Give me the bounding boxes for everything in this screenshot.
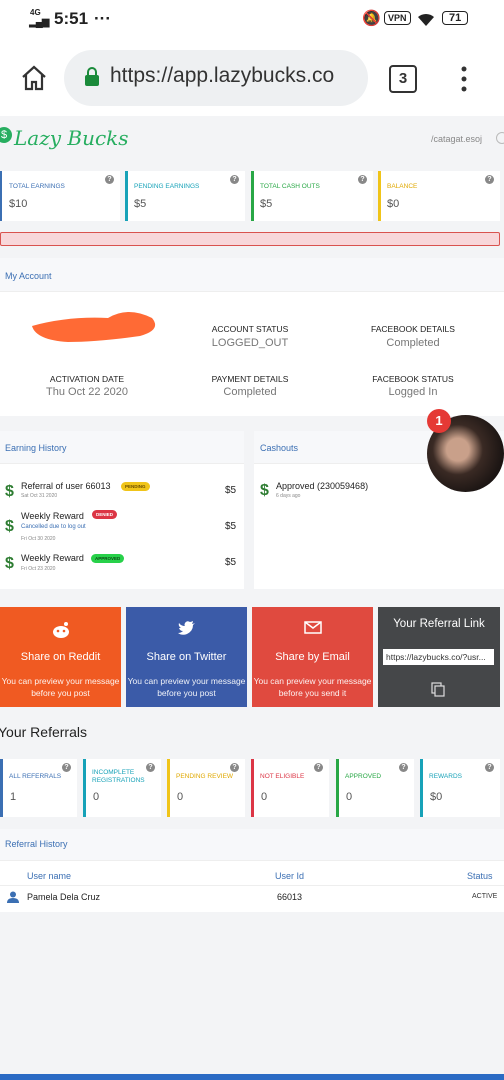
bottom-bar — [0, 1074, 504, 1080]
vpn-badge: VPN — [384, 11, 411, 25]
brand-name[interactable]: Lazy Bucks — [14, 126, 129, 150]
help-icon[interactable]: ? — [105, 175, 114, 184]
help-icon[interactable]: ? — [358, 175, 367, 184]
battery: 71 — [442, 11, 469, 25]
referral-history-card: Referral History User name User Id Statu… — [0, 829, 504, 912]
envelope-icon — [303, 621, 322, 638]
chat-head-bubble[interactable]: 1 — [427, 409, 504, 495]
earning-history-title: Earning History — [5, 443, 67, 453]
account-status-value: LOGGED_OUT — [211, 337, 289, 349]
url-text[interactable]: https://app.lazybucks.co — [110, 64, 334, 88]
site-header: $ Lazy Bucks /catagat.esoj — [0, 120, 504, 158]
alert-bar — [0, 232, 500, 246]
your-referrals-title: Your Referrals — [0, 724, 87, 740]
stat-total-earnings: Total Earnings $10 ? — [0, 171, 120, 221]
col-status: Status — [467, 871, 493, 881]
more-notifications: ··· — [94, 9, 111, 28]
user-link[interactable]: /catagat.esoj — [431, 134, 482, 144]
referral-history-title: Referral History — [5, 839, 68, 849]
ref-pending-review: Pending Review 0 ? — [167, 759, 245, 817]
twitter-icon — [177, 621, 196, 640]
help-icon[interactable]: ? — [230, 175, 239, 184]
ref-approved: Approved 0 ? — [336, 759, 414, 817]
home-icon[interactable] — [20, 64, 48, 92]
clock: 5:51 — [54, 9, 89, 28]
tab-switcher-button[interactable]: 3 — [389, 65, 417, 93]
help-icon[interactable]: ? — [62, 763, 71, 772]
fb-details-value: Completed — [386, 337, 440, 349]
status-badge: Pending — [121, 482, 150, 491]
my-account-card: My Account Account Status LOGGED_OUT Fac… — [0, 258, 504, 416]
help-icon[interactable]: ? — [485, 175, 494, 184]
share-twitter-button[interactable]: Share on Twitter You can preview your me… — [126, 607, 247, 707]
mute-icon: 🔕 — [362, 10, 381, 27]
earning-history-card: Earning History $ Referral of user 66013… — [0, 431, 244, 589]
chat-icon[interactable] — [496, 132, 504, 144]
col-user-id: User Id — [275, 871, 305, 881]
wifi-icon — [418, 13, 434, 26]
user-icon — [7, 891, 19, 903]
referral-link-input[interactable]: https://lazybucks.co/?usr... — [383, 649, 494, 665]
dollar-icon: $ — [260, 482, 269, 499]
share-reddit-button[interactable]: Share on Reddit You can preview your mes… — [0, 607, 121, 707]
stat-balance: Balance $0 ? — [378, 171, 500, 221]
status-bar: 4G ▂▄▆ 5:51 ··· 🔕 VPN 71 — [0, 0, 504, 40]
dollar-icon: $ — [5, 518, 14, 535]
help-icon[interactable]: ? — [230, 763, 239, 772]
table-row[interactable]: Pamela Dela Cruz 66013 ACTIVE — [0, 886, 504, 910]
browser-toolbar: https://app.lazybucks.co 3 — [0, 40, 504, 116]
ref-not-eligible: Not Eligible 0 ? — [251, 759, 329, 817]
help-icon[interactable]: ? — [485, 763, 494, 772]
redacted-name — [32, 312, 156, 342]
help-icon[interactable]: ? — [314, 763, 323, 772]
ref-incomplete: Incomplete Registrations 0 ? — [83, 759, 161, 817]
ref-all-referrals: All Referrals 1 ? — [0, 759, 77, 817]
referral-link-panel: Your Referral Link https://lazybucks.co/… — [378, 607, 500, 707]
copy-icon[interactable] — [430, 681, 446, 697]
share-email-button[interactable]: Share by Email You can preview your mess… — [252, 607, 373, 707]
ref-rewards: Rewards $0 ? — [420, 759, 500, 817]
help-icon[interactable]: ? — [146, 763, 155, 772]
brand-logo-icon: $ — [0, 127, 12, 143]
dollar-icon: $ — [5, 555, 14, 572]
my-account-title: My Account — [5, 271, 52, 281]
stat-pending-earnings: Pending Earnings $5 ? — [125, 171, 245, 221]
activation-date-value: Thu Oct 22 2020 — [46, 386, 128, 398]
status-badge: Denied — [92, 510, 118, 519]
cashouts-title: Cashouts — [260, 443, 299, 453]
network-type: 4G — [30, 8, 41, 17]
help-icon[interactable]: ? — [399, 763, 408, 772]
reddit-icon — [51, 621, 71, 643]
fb-status-value: Logged In — [388, 386, 438, 398]
signal-icon: ▂▄▆ — [29, 17, 49, 28]
notification-count: 1 — [427, 409, 451, 433]
status-badge: Approved — [91, 554, 125, 563]
address-bar[interactable]: https://app.lazybucks.co — [64, 50, 368, 106]
menu-dots-icon[interactable] — [458, 64, 470, 94]
lock-icon — [85, 67, 99, 86]
col-user-name: User name — [27, 871, 72, 881]
stat-total-cashouts: Total Cash Outs $5 ? — [251, 171, 373, 221]
dollar-icon: $ — [5, 483, 14, 500]
referral-link-title: Your Referral Link — [393, 618, 485, 630]
payment-details-value: Completed — [223, 386, 277, 398]
